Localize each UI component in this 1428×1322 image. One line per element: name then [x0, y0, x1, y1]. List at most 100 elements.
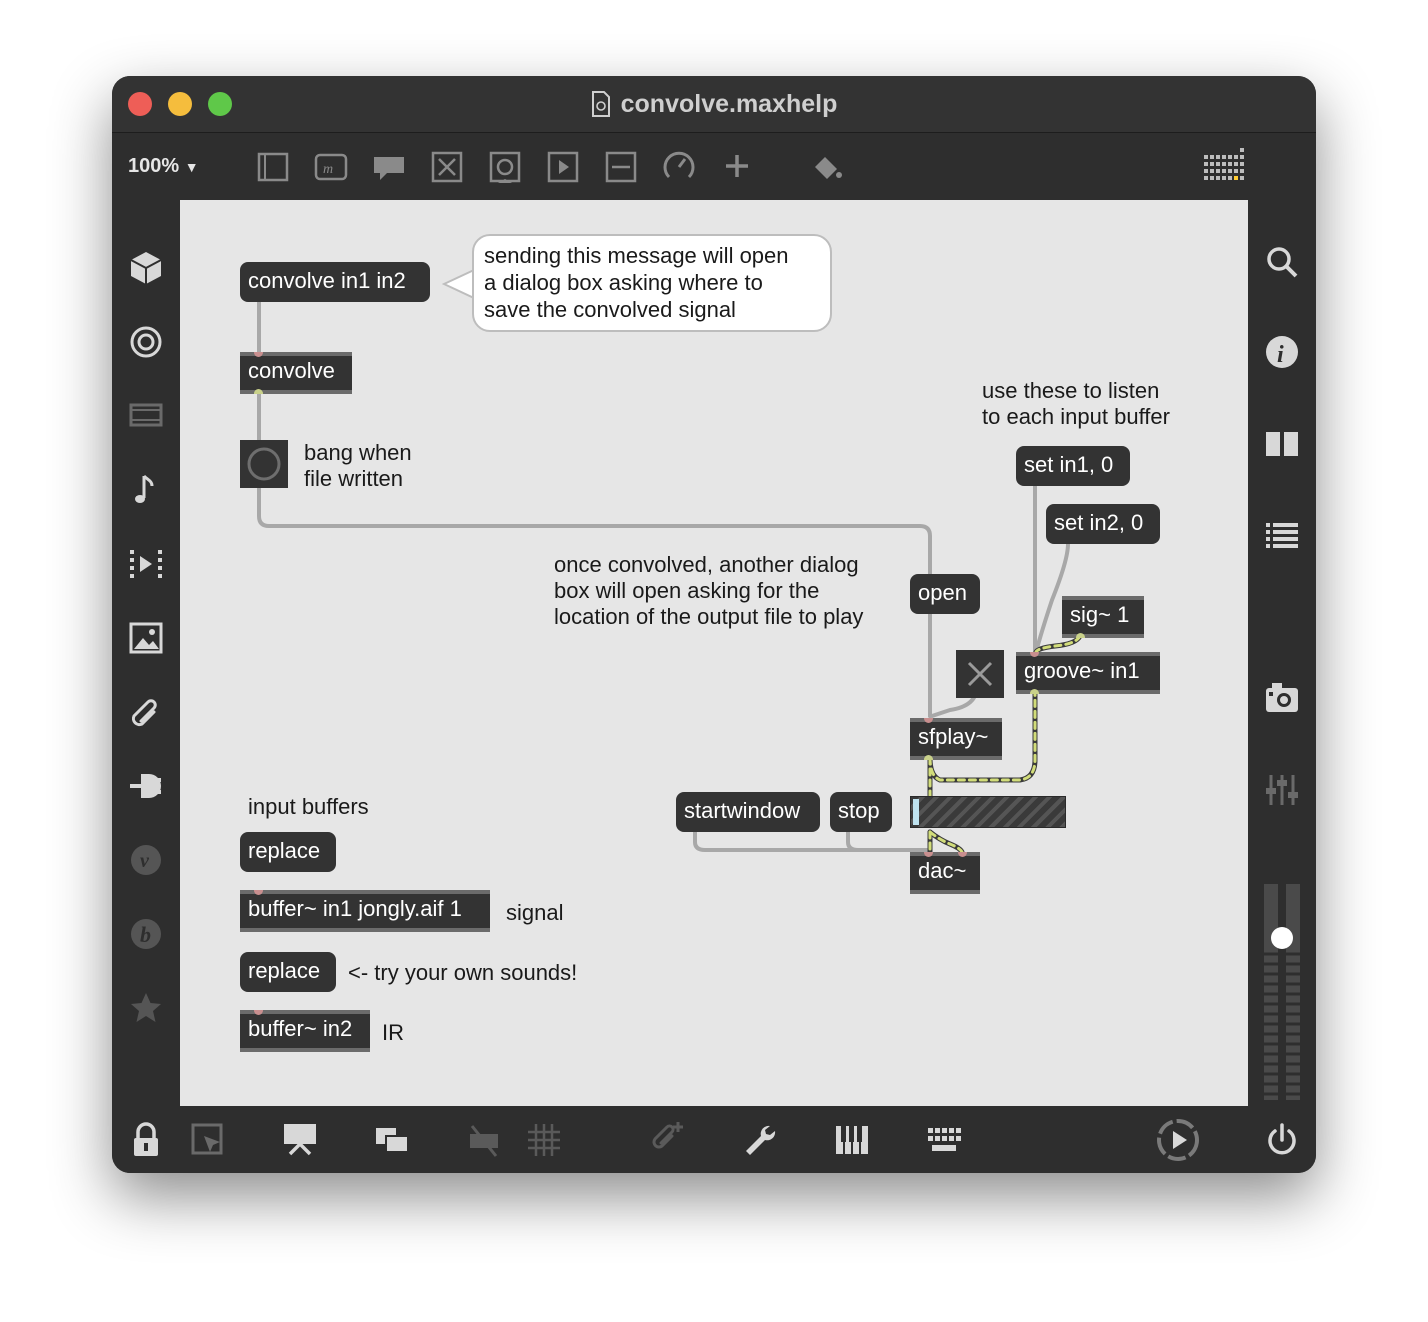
grid-icon[interactable] — [1202, 145, 1246, 189]
comment-line: box will open asking for the — [554, 578, 820, 603]
bang-comment: bang when file written — [304, 440, 412, 492]
set-in2-message[interactable]: set in2, 0 — [1046, 504, 1160, 544]
signal-comment: signal — [506, 900, 564, 925]
search-icon[interactable] — [1262, 242, 1302, 282]
groove-object[interactable]: groove~ in1 — [1016, 652, 1160, 694]
input-buffers-comment: input buffers — [248, 794, 369, 819]
patcher-canvas[interactable]: convolve in1 in2 sending this message wi… — [180, 200, 1248, 1106]
convolve-outlet[interactable] — [254, 389, 263, 394]
slider-icon[interactable] — [603, 149, 639, 185]
windows-icon[interactable] — [372, 1120, 412, 1160]
bubble-pointer — [442, 268, 476, 300]
convolve-object[interactable]: convolve — [240, 352, 352, 394]
replace-message-2[interactable]: replace — [240, 952, 336, 992]
bpatcher-icon[interactable]: b — [126, 914, 166, 954]
list-icon[interactable] — [1262, 516, 1302, 556]
piano-icon[interactable] — [832, 1120, 872, 1160]
patcher-window: convolve.maxhelp 100% ▼ m v b i convolve… — [112, 76, 1316, 1173]
comment-icon[interactable] — [371, 149, 407, 185]
bubble-line: a dialog box asking where to — [484, 270, 763, 295]
sfplay-object[interactable]: sfplay~ — [910, 718, 1002, 760]
package-icon[interactable] — [126, 248, 166, 288]
info-icon[interactable]: i — [1262, 332, 1302, 372]
document-icon — [591, 91, 610, 117]
buffer-in1-object[interactable]: buffer~ in1 jongly.aif 1 — [240, 890, 490, 932]
set-in1-message[interactable]: set in1, 0 — [1016, 446, 1130, 486]
media-icon[interactable] — [126, 396, 166, 436]
sfplay-outlet[interactable] — [924, 755, 933, 760]
toggle-icon[interactable] — [429, 149, 465, 185]
comment-line: file written — [304, 466, 404, 491]
right-sidebar: i — [1248, 200, 1316, 1106]
dial-icon[interactable] — [661, 149, 697, 185]
dac-object[interactable]: dac~ — [910, 852, 980, 894]
left-sidebar: v b — [112, 200, 180, 1106]
lock-icon[interactable] — [126, 1120, 166, 1160]
add-object-icon[interactable] — [719, 149, 755, 185]
message-icon[interactable]: m — [313, 149, 349, 185]
level-meter[interactable] — [910, 796, 1066, 828]
bang-circle-icon — [247, 447, 281, 481]
mixer-icon[interactable] — [1262, 770, 1302, 810]
try-sounds-comment: <- try your own sounds! — [348, 960, 578, 985]
select-icon[interactable] — [188, 1120, 228, 1160]
chevron-down-icon: ▼ — [184, 159, 199, 175]
power-icon[interactable] — [1262, 1120, 1302, 1160]
sig-outlet[interactable] — [1076, 633, 1085, 638]
listen-comment: use these to listen to each input buffer — [982, 378, 1170, 430]
playbar-icon[interactable] — [545, 149, 581, 185]
patcher-toolbar: 100% ▼ m — [112, 133, 1316, 199]
paperclip-icon[interactable] — [126, 692, 166, 732]
button-icon[interactable] — [487, 149, 523, 185]
comment-line: use these to listen — [982, 378, 1160, 403]
plug-icon[interactable] — [126, 766, 166, 806]
volume-slider[interactable] — [1264, 884, 1300, 1100]
open-message[interactable]: open — [910, 574, 980, 614]
comment-line: location of the output file to play — [554, 604, 864, 629]
once-convolved-comment: once convolved, another dialog box will … — [554, 552, 863, 630]
zoom-value: 100% — [128, 155, 180, 177]
startwindow-message[interactable]: startwindow — [676, 792, 820, 832]
format-paint-icon[interactable] — [809, 149, 845, 185]
vst-icon[interactable]: v — [126, 840, 166, 880]
comment-line: once convolved, another dialog — [554, 552, 859, 577]
replace-message-1[interactable]: replace — [240, 832, 336, 872]
wrench-icon[interactable] — [740, 1120, 780, 1160]
buffer-in2-object[interactable]: buffer~ in2 — [240, 1010, 370, 1052]
svg-text:m: m — [323, 162, 333, 177]
comment-line: bang when — [304, 440, 412, 465]
reference-icon[interactable] — [1262, 424, 1302, 464]
stop-message[interactable]: stop — [830, 792, 892, 832]
comment-line: to each input buffer — [982, 404, 1170, 429]
cord-stop-to-dac — [846, 830, 932, 852]
image-icon[interactable] — [126, 618, 166, 658]
grid-snap-icon[interactable] — [524, 1120, 564, 1160]
window-title: convolve.maxhelp — [112, 90, 1316, 119]
snapshot-icon[interactable] — [1262, 678, 1302, 718]
bubble-line: save the convolved signal — [484, 297, 736, 322]
sig-object[interactable]: sig~ 1 — [1062, 596, 1144, 638]
svg-text:i: i — [1277, 342, 1284, 368]
presentation-frame-icon[interactable] — [255, 149, 291, 185]
toggle-button[interactable] — [956, 650, 1004, 698]
toggle-x-icon — [967, 661, 993, 687]
svg-text:v: v — [140, 850, 150, 872]
target-icon[interactable] — [126, 322, 166, 362]
attach-icon[interactable] — [648, 1118, 688, 1158]
bottom-toolbar — [112, 1106, 1316, 1173]
presentation-icon[interactable] — [280, 1118, 320, 1158]
transport-icon[interactable] — [1154, 1116, 1202, 1164]
title-bar: convolve.maxhelp — [112, 76, 1316, 133]
bang-button[interactable] — [240, 440, 288, 488]
hide-icon[interactable] — [464, 1120, 504, 1160]
favorites-icon[interactable] — [126, 988, 166, 1028]
music-icon[interactable] — [126, 470, 166, 510]
keyboard-icon[interactable] — [924, 1120, 964, 1160]
convolve-message[interactable]: convolve in1 in2 — [240, 262, 430, 302]
groove-outlet[interactable] — [1030, 689, 1039, 694]
convolve-help-bubble: sending this message will open a dialog … — [472, 234, 832, 332]
clip-icon[interactable] — [126, 544, 166, 584]
zoom-menu[interactable]: 100% ▼ — [128, 155, 199, 178]
meter-level-bar — [913, 799, 919, 825]
bubble-line: sending this message will open — [484, 243, 789, 268]
